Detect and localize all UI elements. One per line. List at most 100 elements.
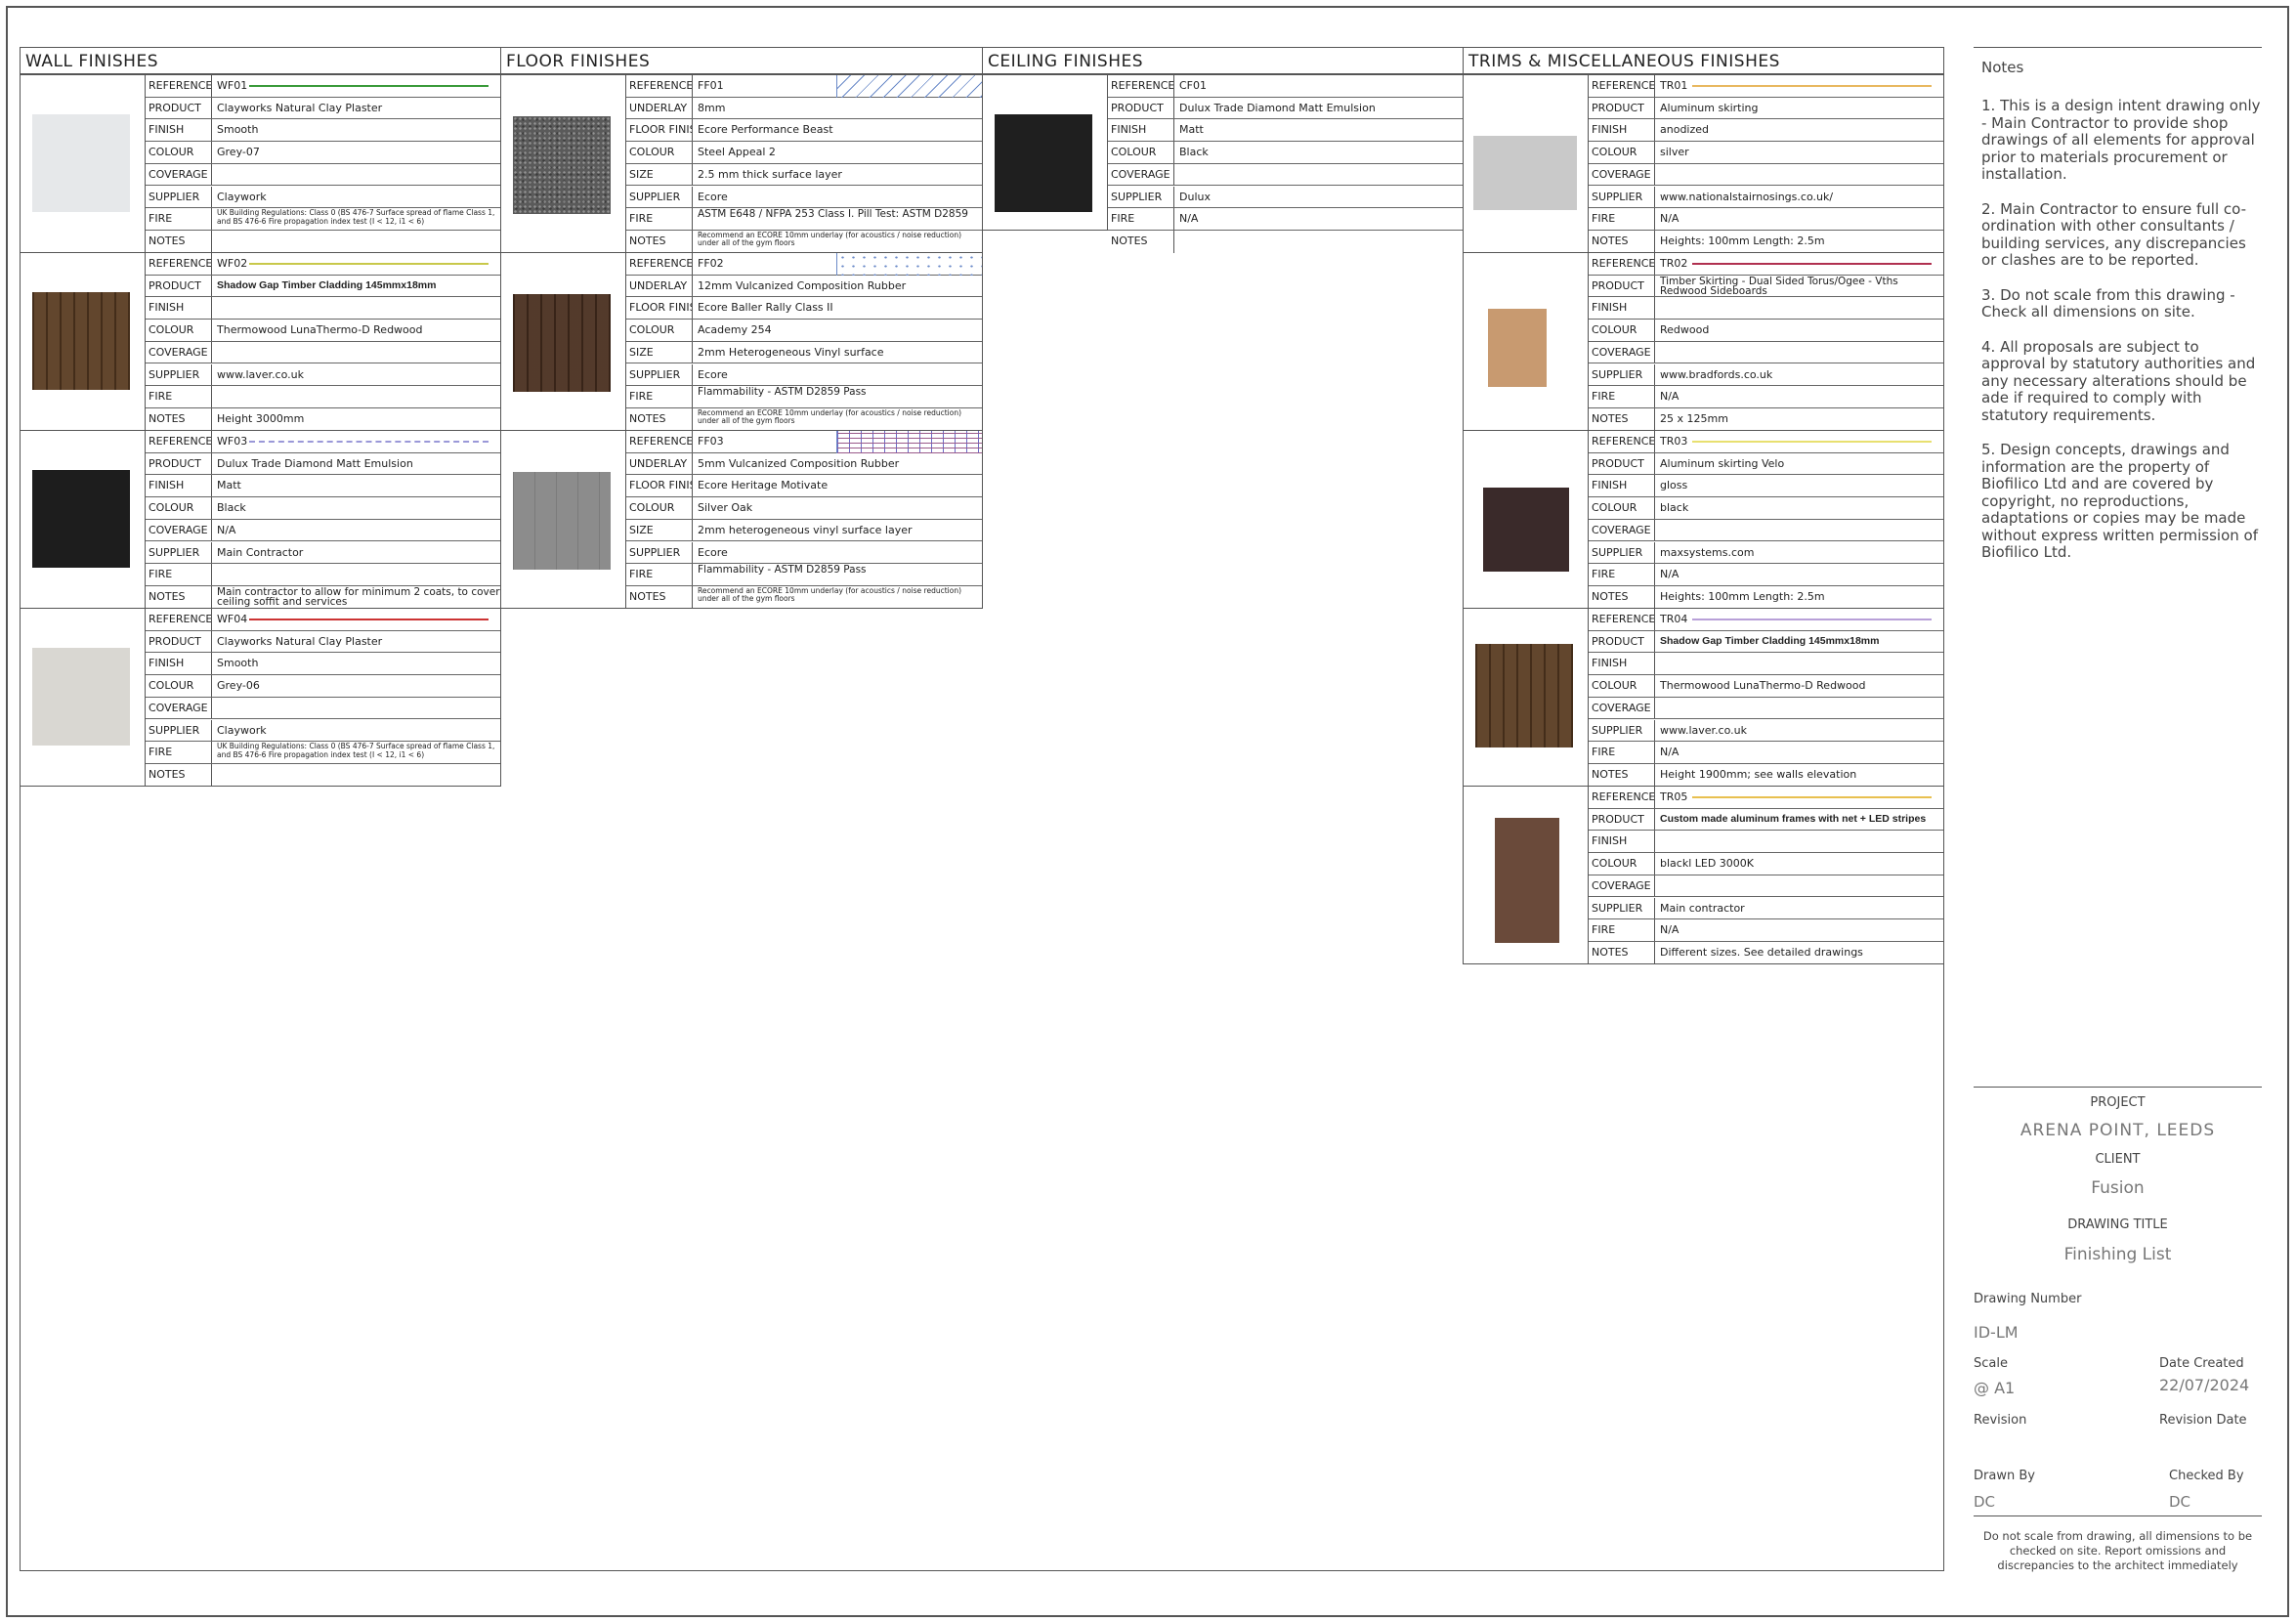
- spec-value-supplier: www.bradfords.co.uk: [1660, 367, 1773, 381]
- spec-row-supplier: SUPPLIER Ecore: [626, 363, 982, 387]
- spec-label-supplier: SUPPLIER: [146, 363, 212, 386]
- spec-label-underlay: UNDERLAY: [626, 452, 693, 475]
- spec-rows: REFERENCE TR04 PRODUCT Shadow Gap Timber Cl…: [1589, 609, 1943, 787]
- spec-label-reference: REFERENCE: [1589, 75, 1655, 97]
- section-header-floor: FLOOR FINISHES: [500, 47, 983, 74]
- spec-label-product: PRODUCT: [1589, 97, 1655, 119]
- spec-row-supplier: SUPPLIER www.laver.co.uk: [146, 363, 500, 387]
- spec-value-supplier: Main Contractor: [217, 545, 304, 559]
- spec-value-product: Timber Skirting - Dual Sided Torus/Ogee …: [1660, 275, 1898, 297]
- spec-rows: REFERENCEFF01UNDERLAY 8mm FLOOR FINISH Ecor…: [626, 75, 982, 253]
- spec-value-finish: Smooth: [217, 123, 259, 137]
- spec-row-coverage: COVERAGE: [146, 341, 500, 364]
- spec-row-notes: NOTES Recommend an ECORE 10mm underlay (f…: [626, 407, 982, 431]
- spec-row-notes: NOTES: [146, 763, 500, 787]
- spec-rows: REFERENCE WF04 PRODUCT Clayworks Natural Cl…: [146, 609, 500, 787]
- spec-row-fire: FIRE N/A: [1589, 742, 1943, 764]
- swatch-cell: [21, 431, 146, 608]
- spec-value-product: Shadow Gap Timber Cladding 145mmx18mm: [1660, 634, 1880, 647]
- spec-label-colour: COLOUR: [1589, 497, 1655, 519]
- spec-label-finish: FINISH: [1589, 297, 1655, 320]
- spec-label-fire: FIRE: [626, 386, 693, 407]
- spec-row-coverage: COVERAGE: [1589, 519, 1943, 542]
- spec-row-notes: NOTES: [146, 230, 500, 253]
- spec-value-underlay: 8mm: [698, 101, 726, 114]
- spec-label-supplier: SUPPLIER: [1589, 363, 1655, 386]
- spec-label-coverage: COVERAGE: [1589, 519, 1655, 541]
- spec-value-colour: Thermowood LunaThermo-D Redwood: [217, 323, 423, 337]
- spec-value-product: Aluminum skirting Velo: [1660, 456, 1785, 470]
- spec-label-product: PRODUCT: [1589, 452, 1655, 475]
- swatch-cell: [21, 75, 146, 252]
- spec-row-colour: COLOUR Redwood: [1589, 320, 1943, 342]
- reference-line-marker: [1692, 441, 1932, 443]
- spec-row-coverage: COVERAGE: [1108, 163, 1463, 187]
- spec-label-product: PRODUCT: [1589, 630, 1655, 653]
- spec-label-colour: COLOUR: [626, 142, 693, 163]
- spec-row-supplier: SUPPLIER maxsystems.com: [1589, 541, 1943, 565]
- spec-label-colour: COLOUR: [146, 497, 212, 519]
- spec-row-reference: REFERENCE TR04: [1589, 609, 1943, 631]
- spec-label-fire: FIRE: [146, 208, 212, 230]
- section-header-wall: WALL FINISHES: [20, 47, 501, 74]
- spec-value-fire: N/A: [1660, 390, 1679, 404]
- drawn-by: DC: [1974, 1493, 1996, 1511]
- spec-label-fire: FIRE: [146, 386, 212, 407]
- spec-label-notes: NOTES: [626, 407, 693, 431]
- scale-value: @ A1: [1974, 1379, 2016, 1397]
- project-name: ARENA POINT, LEEDS: [2020, 1121, 2216, 1140]
- spec-row-notes: NOTES Recommend an ECORE 10mm underlay (f…: [626, 585, 982, 609]
- spec-value-fire: N/A: [1179, 212, 1199, 226]
- spec-label-colour: COLOUR: [1589, 320, 1655, 341]
- spec-value-notes: [212, 231, 500, 253]
- swatch-cell: [1464, 609, 1589, 786]
- spec-value-finish: [1655, 831, 1943, 852]
- spec-value-finish: Smooth: [217, 657, 259, 670]
- spec-value-colour: Redwood: [1660, 323, 1710, 337]
- spec-row-product: PRODUCT Clayworks Natural Clay Plaster: [146, 97, 500, 120]
- wall-finish-block: REFERENCE WF04 PRODUCT Clayworks Natural Cl…: [20, 608, 501, 787]
- spec-row-reference: REFERENCE WF03: [146, 431, 500, 453]
- trim-finish-block: REFERENCE TR01 PRODUCT Aluminum skirting FIN…: [1463, 74, 1944, 253]
- spec-value-underlay: 12mm Vulcanized Composition Rubber: [698, 278, 907, 292]
- section-header-trims: TRIMS & MISCELLANEOUS FINISHES: [1463, 47, 1944, 74]
- spec-row-fire: FIRE ASTM E648 / NFPA 253 Class I. Pill T…: [626, 208, 982, 231]
- spec-label-supplier: SUPPLIER: [1589, 186, 1655, 208]
- notes-list: 1. This is a design intent drawing only …: [1981, 97, 2265, 579]
- spec-row-product: PRODUCT Dulux Trade Diamond Matt Emulsion: [1108, 97, 1463, 120]
- notes-divider: [1974, 47, 2262, 48]
- spec-row-coverage: COVERAGE N/A: [146, 519, 500, 542]
- trim-finish-block: REFERENCE TR05 PRODUCT Custom made aluminum…: [1463, 786, 1944, 964]
- spec-row-coverage: COVERAGE: [1589, 875, 1943, 898]
- material-swatch: [513, 116, 611, 214]
- spec-row-finish: FINISH Smooth: [146, 119, 500, 143]
- spec-row-fire: FIRE Flammability - ASTM D2859 Pass: [626, 386, 982, 408]
- spec-row-finish: FINISH: [1589, 653, 1943, 676]
- spec-row-reference: REFERENCE TR01: [1589, 75, 1943, 98]
- material-swatch: [513, 294, 611, 392]
- spec-value-notes: Main contractor to allow for minimum 2 c…: [217, 585, 500, 608]
- material-swatch: [32, 292, 130, 390]
- spec-value-fire: Flammability - ASTM D2859 Pass: [698, 386, 867, 399]
- floor-hatch-pattern: [836, 253, 982, 276]
- spec-row-supplier: SUPPLIER www.nationalstairnosings.co.uk/: [1589, 186, 1943, 209]
- spec-row-notes: NOTES Height 3000mm: [146, 407, 500, 431]
- spec-label-fire: FIRE: [1589, 742, 1655, 763]
- spec-value-finish: [212, 297, 500, 319]
- spec-value-supplier: Ecore: [698, 545, 728, 559]
- spec-label-reference: REFERENCE: [1589, 253, 1655, 275]
- spec-label-supplier: SUPPLIER: [146, 541, 212, 564]
- spec-row-supplier: SUPPLIER Ecore: [626, 541, 982, 565]
- spec-row-coverage: COVERAGE: [1589, 341, 1943, 364]
- spec-label-coverage: COVERAGE: [146, 697, 212, 719]
- checked-by: DC: [2169, 1493, 2191, 1511]
- spec-row-colour: COLOUR black: [1589, 497, 1943, 520]
- spec-value-notes: Height 1900mm; see walls elevation: [1660, 767, 1857, 781]
- floor-hatch-pattern: [836, 431, 982, 453]
- spec-value-fire: N/A: [1660, 568, 1679, 581]
- spec-label-underlay: UNDERLAY: [626, 275, 693, 297]
- spec-row-colour: COLOUR Thermowood LunaThermo-D Redwood: [146, 320, 500, 342]
- floor-finish-block: REFERENCE FF03 UNDERLAY 5mm Vulcanized Comp…: [500, 430, 983, 609]
- spec-value-size: 2mm Heterogeneous Vinyl surface: [698, 345, 884, 359]
- spec-label-fire: FIRE: [1589, 208, 1655, 230]
